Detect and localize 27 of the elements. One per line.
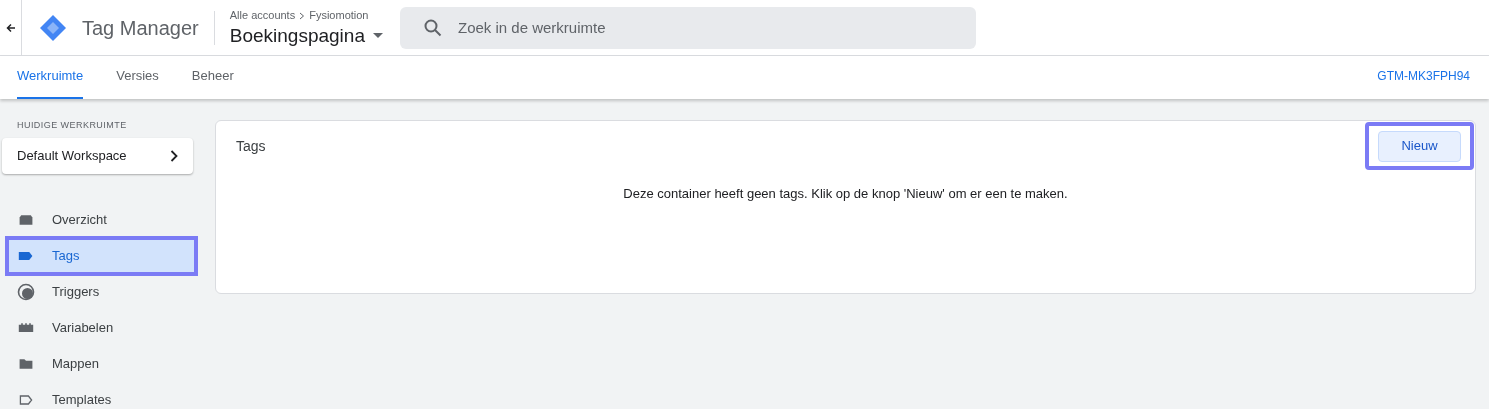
nav-item[interactable]: Variabelen	[0, 309, 196, 346]
nav-item[interactable]: Mappen	[0, 345, 196, 382]
section-label: HUIDIGE WERKRUIMTE	[16, 119, 128, 132]
nav-item[interactable]: Templates	[0, 381, 196, 409]
tab[interactable]: Werkruimte	[17, 61, 84, 99]
back-arrow-icon[interactable]	[5, 22, 16, 33]
nav-item[interactable]: Overzicht	[0, 201, 196, 238]
workspace-selector[interactable]: Default Workspace	[2, 137, 193, 174]
breadcrumb-link[interactable]: Fysiomotion	[309, 7, 369, 24]
dropdown-icon	[372, 32, 383, 39]
container-selector[interactable]: Boekingspagina	[229, 23, 383, 48]
container-id: GTM-MK3FPH94	[1377, 68, 1470, 85]
search-icon	[423, 18, 442, 37]
card-title: Tags	[236, 137, 266, 156]
search-field[interactable]: Zoek in de werkruimte	[399, 6, 976, 49]
chevron-right-icon	[299, 11, 306, 20]
empty-message: Deze container heeft geen tags. Klik op de knop 'Nieuw' om er een te maken.	[622, 185, 1069, 203]
nav-item[interactable]: Tags	[7, 237, 196, 274]
trigger-icon	[16, 281, 36, 302]
breadcrumb-link[interactable]: Alle accounts	[229, 7, 296, 24]
tab[interactable]: Versies	[116, 61, 159, 99]
app-name: Tag Manager	[82, 15, 199, 41]
chevron-right-icon	[170, 149, 178, 162]
tab[interactable]: Beheer	[191, 61, 234, 99]
nav-item[interactable]: Triggers	[0, 273, 196, 310]
logo-icon	[39, 13, 67, 42]
new-button[interactable]: Nieuw	[1365, 122, 1474, 170]
